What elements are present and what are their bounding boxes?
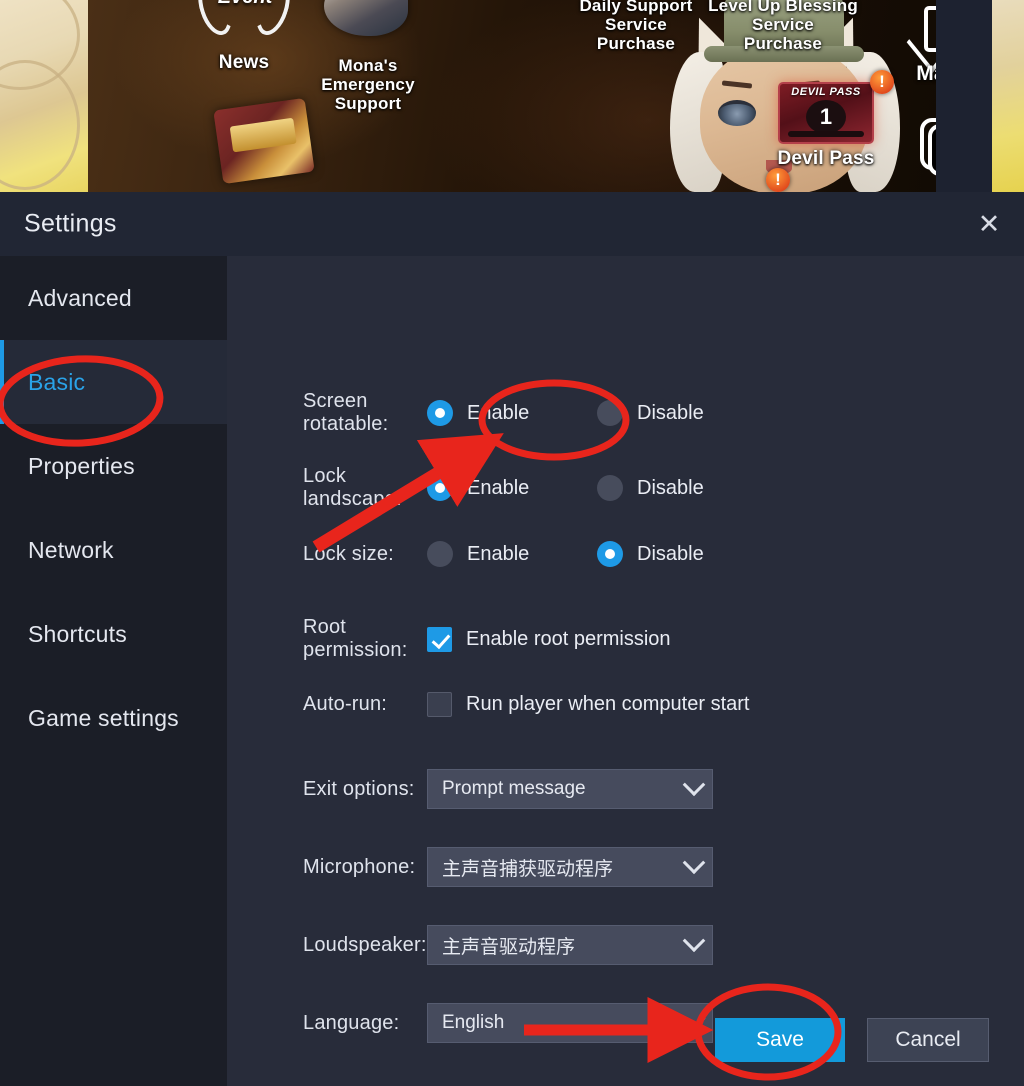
chevron-down-icon <box>682 1007 706 1031</box>
devil-pass-title: DEVIL PASS <box>791 86 861 98</box>
sidebar-item-label: Network <box>28 536 114 563</box>
sidebar-item-game-settings[interactable]: Game settings <box>0 676 227 760</box>
sidebar-item-label: Shortcuts <box>28 620 127 647</box>
language-value: English <box>442 1012 505 1033</box>
loudspeaker-value: 主声音驱动程序 <box>442 936 576 958</box>
settings-form: Screen rotatable: Enable Disable Lock la… <box>227 256 1024 1086</box>
row-root-permission: Root permission: Enable root permission <box>227 616 1024 662</box>
screen-rotatable-label: Screen rotatable: <box>303 390 389 435</box>
mona-portrait-icon <box>324 0 408 36</box>
checkbox-unchecked-icon <box>427 692 452 717</box>
radio-unselected-icon <box>597 400 623 426</box>
loudspeaker-dropdown[interactable]: 主声音驱动程序 <box>427 925 713 965</box>
chevron-down-icon <box>682 851 706 875</box>
game-main-panel: Event News Mona's Emergency Support Dail… <box>88 0 996 192</box>
game-side-controls: + − <box>936 0 992 192</box>
devil-pass-level: 1 <box>806 100 846 134</box>
root-permission-checkbox[interactable]: Enable root permission <box>427 626 671 652</box>
devil-pass-icon[interactable]: DEVIL PASS 1 <box>778 82 874 144</box>
event-label: Event <box>210 0 280 9</box>
save-button[interactable]: Save <box>715 1018 845 1062</box>
row-exit-options: Exit options: Prompt message <box>227 769 1024 809</box>
auto-run-checkbox[interactable]: Run player when computer start <box>427 692 749 717</box>
alert-badge-icon: ! <box>766 168 790 192</box>
row-screen-rotatable: Screen rotatable: Enable Disable <box>227 390 1024 436</box>
screen-rotatable-enable-radio[interactable]: Enable <box>427 400 597 426</box>
news-label[interactable]: News <box>198 52 290 73</box>
row-lock-size: Lock size: Enable Disable <box>227 541 1024 567</box>
game-background-strip: Event News Mona's Emergency Support Dail… <box>0 0 1024 192</box>
language-dropdown[interactable]: English <box>427 1003 713 1043</box>
game-left-decor <box>0 0 88 192</box>
sidebar-item-label: Game settings <box>28 704 179 731</box>
sidebar-item-basic[interactable]: Basic <box>0 340 227 424</box>
mona-support-label[interactable]: Mona's Emergency Support <box>288 56 448 113</box>
sidebar-item-shortcuts[interactable]: Shortcuts <box>0 592 227 676</box>
radio-selected-icon <box>427 400 453 426</box>
exit-options-dropdown[interactable]: Prompt message <box>427 769 713 809</box>
game-right-decor <box>992 0 1024 192</box>
exit-options-value: Prompt message <box>442 778 586 799</box>
lock-size-label: Lock size: <box>303 542 394 565</box>
lock-landscape-enable-radio[interactable]: Enable <box>427 475 597 501</box>
microphone-label: Microphone: <box>303 855 416 878</box>
radio-selected-icon <box>427 475 453 501</box>
loudspeaker-label: Loudspeaker: <box>303 933 427 956</box>
devil-pass-label[interactable]: Devil Pass <box>728 148 924 169</box>
chevron-down-icon <box>682 773 706 797</box>
cancel-button[interactable]: Cancel <box>867 1018 989 1062</box>
exit-options-label: Exit options: <box>303 777 415 800</box>
radio-unselected-icon <box>427 541 453 567</box>
row-lock-landscape: Lock landscape: Enable Disable <box>227 465 1024 511</box>
sidebar-item-label: Basic <box>28 368 86 395</box>
sidebar-item-advanced[interactable]: Advanced <box>0 256 227 340</box>
screen-rotatable-disable-radio[interactable]: Disable <box>597 400 704 426</box>
sidebar-item-properties[interactable]: Properties <box>0 424 227 508</box>
treasure-chest-icon[interactable] <box>213 97 315 185</box>
page-title: Settings <box>24 209 117 238</box>
auto-run-label: Auto-run: <box>303 693 388 715</box>
row-microphone: Microphone: 主声音捕获驱动程序 <box>227 847 1024 887</box>
lock-landscape-disable-radio[interactable]: Disable <box>597 475 704 501</box>
close-icon[interactable]: ✕ <box>968 204 1010 244</box>
microphone-dropdown[interactable]: 主声音捕获驱动程序 <box>427 847 713 887</box>
sidebar: Advanced Basic Properties Network Shortc… <box>0 256 227 1086</box>
title-bar: Settings ✕ <box>0 192 1024 256</box>
window-body: Advanced Basic Properties Network Shortc… <box>0 256 1024 1086</box>
sidebar-item-label: Advanced <box>28 284 132 311</box>
radio-unselected-icon <box>597 475 623 501</box>
sidebar-item-network[interactable]: Network <box>0 508 227 592</box>
chevron-down-icon <box>682 929 706 953</box>
lock-size-disable-radio[interactable]: Disable <box>597 541 704 567</box>
lock-landscape-label: Lock landscape: <box>303 465 402 510</box>
checkbox-checked-icon <box>427 626 452 652</box>
language-label: Language: <box>303 1011 400 1034</box>
footer-buttons: Save Cancel <box>715 1018 989 1062</box>
level-up-blessing-label[interactable]: Level Up Blessing Service Purchase <box>688 0 878 53</box>
row-loudspeaker: Loudspeaker: 主声音驱动程序 <box>227 925 1024 965</box>
root-permission-label: Root permission: <box>303 616 408 661</box>
row-auto-run: Auto-run: Run player when computer start <box>227 692 1024 717</box>
lock-size-enable-radio[interactable]: Enable <box>427 541 597 567</box>
settings-window: Settings ✕ Advanced Basic Properties Net… <box>0 192 1024 1086</box>
sidebar-item-label: Properties <box>28 452 135 479</box>
radio-selected-icon <box>597 541 623 567</box>
microphone-value: 主声音捕获驱动程序 <box>442 858 614 880</box>
